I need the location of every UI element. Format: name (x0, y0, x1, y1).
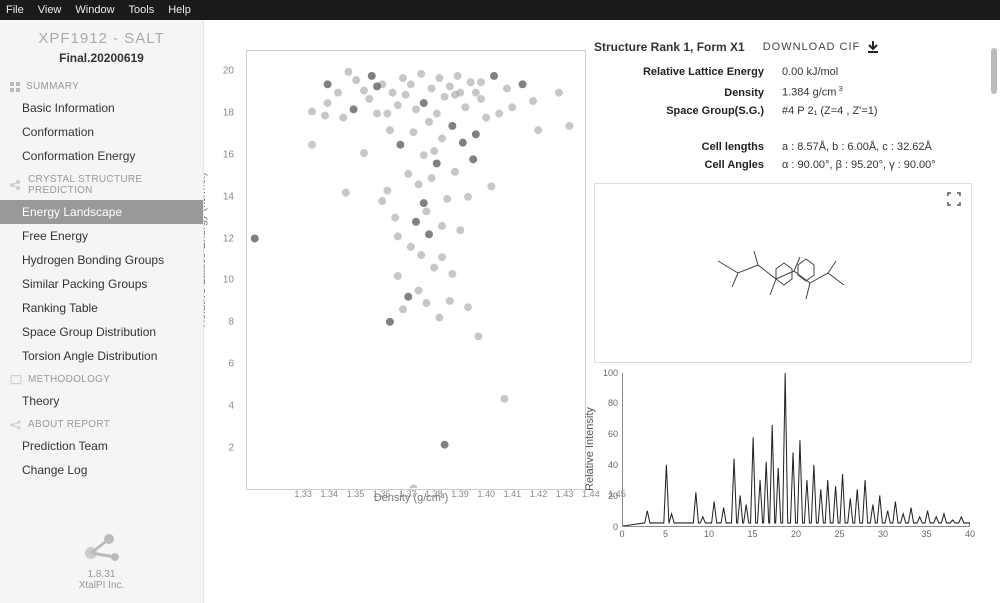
rle-value: 0.00 kJ/mol (782, 66, 838, 78)
menu-file[interactable]: File (6, 4, 24, 16)
xrd-xticks: 0510152025303540 (622, 529, 970, 543)
download-cif-button[interactable]: DOWNLOAD CIF (763, 40, 881, 54)
scrollbar-thumb[interactable] (991, 48, 997, 94)
nav-hydrogen-bonding-groups[interactable]: Hydrogen Bonding Groups (0, 248, 203, 272)
nav-free-energy[interactable]: Free Energy (0, 224, 203, 248)
structure-detail-panel: Structure Rank 1, Form X1 DOWNLOAD CIF R… (584, 20, 1000, 603)
energy-landscape-scatter[interactable]: Relative Lattice Energy (kJ/mol) 2468101… (204, 20, 584, 603)
menu-view[interactable]: View (38, 4, 62, 16)
xrd-plot-area[interactable] (622, 373, 970, 527)
section-methodology: METHODOLOGY (0, 368, 203, 389)
nav-conformation-energy[interactable]: Conformation Energy (0, 144, 203, 168)
grid-icon (10, 82, 20, 92)
book-icon (10, 375, 22, 385)
nav-torsion-angle-distribution[interactable]: Torsion Angle Distribution (0, 344, 203, 368)
nav-energy-landscape[interactable]: Energy Landscape (0, 200, 203, 224)
structure-3d-viewer[interactable] (594, 183, 972, 363)
scatter-yticks: 2468101214161820 (212, 50, 236, 490)
cell-lengths-label: Cell lengths (594, 141, 764, 153)
download-icon (866, 40, 880, 54)
project-title: XPF1912 - SALT (0, 20, 203, 51)
xrd-ylabel: Relative Intensity (584, 407, 596, 491)
nav-prediction-team[interactable]: Prediction Team (0, 434, 203, 458)
cell-angles-value: α : 90.00°, β : 95.20°, γ : 90.00° (782, 159, 936, 171)
section-about-report: ABOUT REPORT (0, 413, 203, 434)
scatter-xticks: 1.331.341.351.361.371.381.391.401.411.42… (277, 489, 617, 503)
project-subtitle: Final.20200619 (0, 51, 203, 75)
sidebar-footer: 1.8.31 XtalPI Inc. (0, 521, 203, 603)
company-label: XtalPI Inc. (0, 580, 203, 591)
nav-basic-information[interactable]: Basic Information (0, 96, 203, 120)
spacegroup-value: #4 P 2₁ (Z=4 , Z'=1) (782, 105, 878, 117)
nav-space-group-distribution[interactable]: Space Group Distribution (0, 320, 203, 344)
density-value: 1.384 g/cm 3 (782, 84, 843, 99)
cell-lengths-value: a : 8.57Å, b : 6.00Å, c : 32.62Å (782, 141, 932, 153)
nav-theory[interactable]: Theory (0, 389, 203, 413)
menubar: File View Window Tools Help (0, 0, 1000, 20)
rle-label: Relative Lattice Energy (594, 66, 764, 78)
nav-similar-packing-groups[interactable]: Similar Packing Groups (0, 272, 203, 296)
menu-tools[interactable]: Tools (129, 4, 155, 16)
menu-help[interactable]: Help (168, 4, 191, 16)
spacegroup-label: Space Group(S.G.) (594, 105, 764, 117)
section-csp: CRYSTAL STRUCTURE PREDICTION (0, 168, 203, 200)
logo-icon (79, 529, 125, 565)
share-icon (10, 420, 22, 430)
nav-conformation[interactable]: Conformation (0, 120, 203, 144)
cell-angles-label: Cell Angles (594, 159, 764, 171)
nav-change-log[interactable]: Change Log (0, 458, 203, 482)
menu-window[interactable]: Window (75, 4, 114, 16)
version-label: 1.8.31 (0, 569, 203, 580)
xrd-pattern-chart[interactable]: Relative Intensity 020406080100 05101520… (594, 369, 972, 543)
sidebar: XPF1912 - SALT Final.20200619 SUMMARY Ba… (0, 20, 204, 603)
molecule-icon (10, 180, 22, 190)
section-summary: SUMMARY (0, 75, 203, 96)
scatter-ylabel: Relative Lattice Energy (kJ/mol) (204, 172, 208, 327)
fullscreen-icon[interactable] (947, 192, 961, 209)
structure-title: Structure Rank 1, Form X1 (594, 40, 745, 54)
scatter-plot-area[interactable]: 1.331.341.351.361.371.381.391.401.411.42… (246, 50, 586, 490)
density-label: Density (594, 87, 764, 99)
molecule-render (698, 233, 868, 313)
content-area: Relative Lattice Energy (kJ/mol) 2468101… (204, 20, 1000, 603)
scrollbar[interactable] (991, 48, 997, 563)
nav-ranking-table[interactable]: Ranking Table (0, 296, 203, 320)
xrd-yticks: 020406080100 (596, 373, 620, 527)
